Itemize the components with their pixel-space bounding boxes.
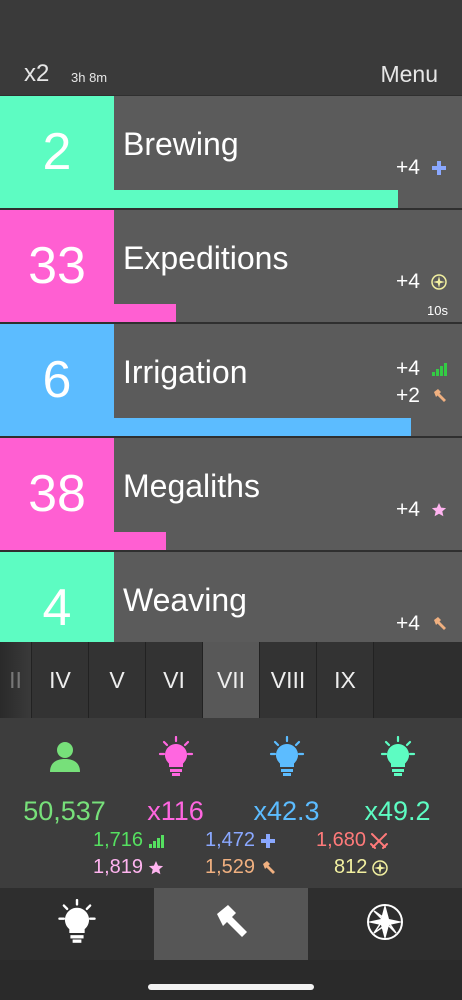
compass-icon — [430, 273, 448, 291]
compass-icon — [371, 859, 389, 877]
medical-cross-icon — [430, 159, 448, 177]
activity-name: Expeditions — [123, 240, 289, 276]
activity-row-irrigation[interactable]: 6 Irrigation +4 +2 — [0, 323, 462, 437]
rate-line: +4 — [396, 612, 448, 636]
blue-lightbulb-icon — [229, 736, 344, 778]
rate-value: +2 — [396, 384, 420, 407]
nav-research[interactable] — [0, 888, 154, 960]
stats-panel: 50,537 x116 x42.3 x49.2 1,716 1,472 1,68… — [0, 718, 462, 888]
pink-lightbulb-icon — [118, 736, 233, 778]
rate-value: +4 — [396, 612, 420, 635]
resource-culture: 1,819 — [93, 856, 165, 879]
activity-row-megaliths[interactable]: 38 Megaliths +4 — [0, 437, 462, 551]
activity-row-weaving[interactable]: 4 Weaving +4 — [0, 551, 462, 642]
activity-list: 2 Brewing +4 33 Expeditions +4 10s 6 Irr… — [0, 95, 462, 642]
progress-bar — [114, 532, 166, 550]
resource-exploration: 812 — [334, 856, 389, 879]
signal-bars-icon — [430, 360, 448, 378]
level-badge: 4 — [0, 552, 114, 642]
rate-line: +4 — [396, 498, 448, 522]
resource-industry: 1,529 — [205, 856, 277, 879]
resource-growth: 1,716 — [93, 829, 165, 852]
top-bar: x2 3h 8m Menu — [0, 0, 462, 95]
activity-name: Weaving — [123, 582, 247, 618]
nav-explore[interactable] — [308, 888, 462, 960]
bottom-navigation — [0, 888, 462, 960]
progress-bar — [114, 418, 411, 436]
pink-multiplier-value: x116 — [147, 796, 204, 826]
pink-multiplier-stat: x116 — [118, 736, 233, 827]
medical-cross-icon — [259, 832, 277, 850]
star-icon — [430, 501, 448, 519]
population-stat: 50,537 — [7, 736, 122, 827]
resource-value: 1,680 — [316, 829, 367, 851]
blue-multiplier-stat: x42.3 — [229, 736, 344, 827]
rate-value: +4 — [396, 357, 420, 380]
home-indicator-area — [0, 960, 462, 1000]
green-lightbulb-icon — [340, 736, 455, 778]
progress-bar — [114, 304, 176, 322]
level-badge: 38 — [0, 438, 114, 550]
population-value: 50,537 — [23, 796, 106, 826]
tab-era-iv[interactable]: IV — [32, 642, 89, 718]
progress-bar — [114, 190, 398, 208]
rate-value: +4 — [396, 498, 420, 521]
resource-military: 1,680 — [316, 829, 389, 852]
activity-name: Megaliths — [123, 468, 260, 504]
tab-era-ii[interactable]: II — [0, 642, 32, 718]
resource-value: 1,472 — [205, 829, 256, 851]
resource-health: 1,472 — [205, 829, 277, 852]
activity-name: Irrigation — [123, 354, 248, 390]
rate-line: +4 — [396, 357, 448, 381]
green-multiplier-stat: x49.2 — [340, 736, 455, 827]
signal-bars-icon — [147, 832, 165, 850]
countdown-label: 10s — [427, 303, 448, 318]
level-badge: 6 — [0, 324, 114, 436]
hammer-icon — [430, 615, 448, 633]
star-icon — [147, 859, 165, 877]
population-icon — [7, 736, 122, 778]
menu-button[interactable]: Menu — [380, 61, 438, 88]
rate-value: +4 — [396, 156, 420, 179]
tab-era-vi[interactable]: VI — [146, 642, 203, 718]
activity-name: Brewing — [123, 126, 239, 162]
rate-line: +4 — [396, 270, 448, 294]
resource-value: 1,819 — [93, 856, 144, 878]
hammer-icon — [259, 859, 277, 877]
rate-line: +4 — [396, 156, 448, 180]
timer-label: 3h 8m — [71, 70, 108, 85]
resource-value: 812 — [334, 856, 368, 878]
multiplier-label[interactable]: x2 — [24, 60, 49, 88]
green-multiplier-value: x49.2 — [364, 796, 431, 826]
crossed-swords-icon — [370, 832, 389, 850]
hammer-icon — [430, 387, 448, 405]
tab-era-vii[interactable]: VII — [203, 642, 260, 718]
resource-value: 1,529 — [205, 856, 256, 878]
tab-era-ix[interactable]: IX — [317, 642, 374, 718]
activity-row-expeditions[interactable]: 33 Expeditions +4 10s — [0, 209, 462, 323]
tab-era-v[interactable]: V — [89, 642, 146, 718]
lightbulb-icon — [55, 898, 99, 950]
home-indicator[interactable] — [148, 984, 314, 990]
resource-value: 1,716 — [93, 829, 144, 851]
nav-build[interactable] — [154, 888, 308, 960]
hammer-icon — [211, 902, 251, 947]
activity-row-brewing[interactable]: 2 Brewing +4 — [0, 95, 462, 209]
rate-value: +4 — [396, 270, 420, 293]
era-tab-strip: II IV V VI VII VIII IX — [0, 642, 462, 718]
level-badge: 33 — [0, 210, 114, 322]
level-badge: 2 — [0, 96, 114, 208]
blue-multiplier-value: x42.3 — [253, 796, 320, 826]
tab-era-viii[interactable]: VIII — [260, 642, 317, 718]
rate-line: +2 — [396, 384, 448, 408]
compass-rose-icon — [365, 902, 405, 947]
